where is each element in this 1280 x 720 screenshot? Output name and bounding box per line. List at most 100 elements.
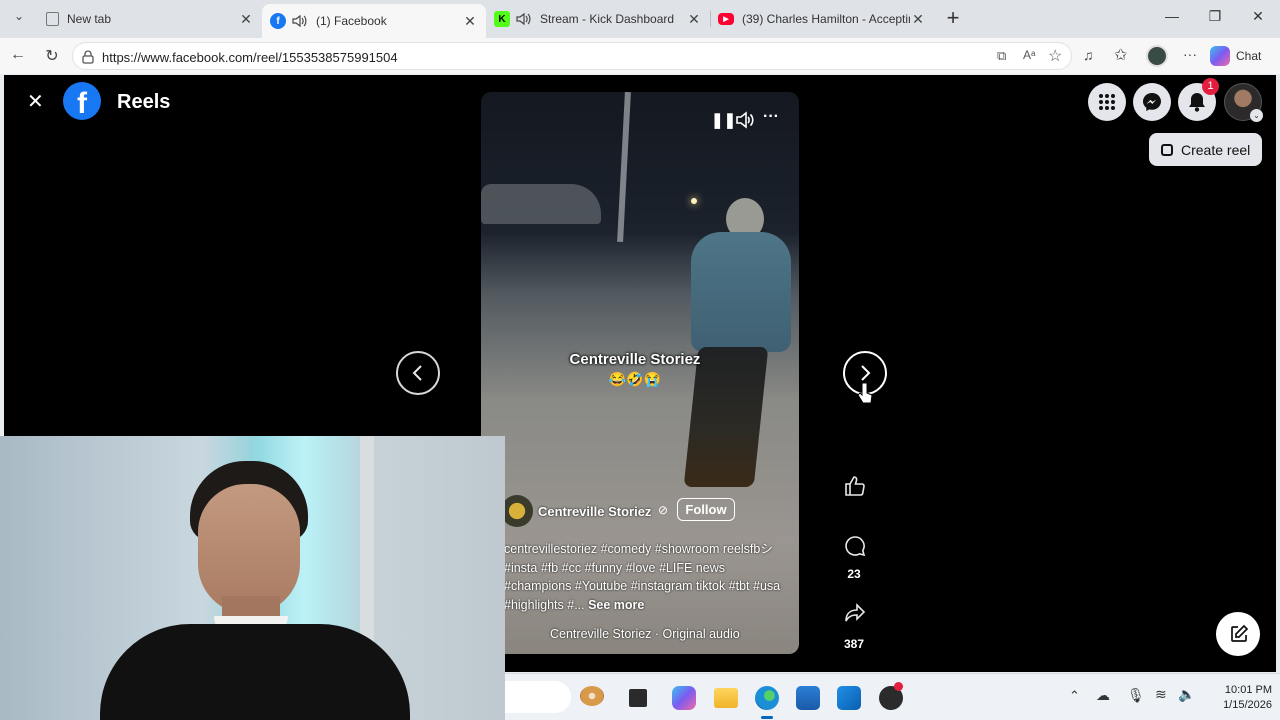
tab-new-tab[interactable]: New tab ✕ — [38, 4, 263, 34]
reel-caption: centrevillestoriez #comedy #showroom ree… — [504, 540, 794, 614]
webcam-overlay — [0, 436, 505, 720]
create-reel-label: Create reel — [1181, 141, 1251, 158]
new-tab-button[interactable]: + — [942, 6, 964, 30]
see-more-link[interactable]: See more — [588, 598, 644, 612]
copilot-icon[interactable] — [672, 686, 696, 710]
notifications-button[interactable]: 1 — [1178, 78, 1219, 121]
messenger-icon — [1143, 93, 1161, 111]
previous-reel-button[interactable] — [396, 351, 440, 395]
person-shirt — [100, 624, 410, 720]
favorites-icon[interactable]: ✩ — [1114, 45, 1127, 65]
refresh-button[interactable]: ↻ — [41, 46, 63, 66]
background-car — [481, 184, 601, 224]
close-tab-icon[interactable]: ✕ — [462, 13, 478, 30]
lock-icon[interactable] — [82, 50, 94, 64]
page-title: Reels — [117, 91, 171, 113]
chevron-down-icon: ⌄ — [1250, 109, 1263, 122]
profile-avatar[interactable]: ⌄ — [1224, 83, 1263, 122]
author-name[interactable]: Centreville Storiez — [538, 504, 651, 519]
close-tab-icon[interactable]: ✕ — [686, 11, 702, 28]
page-icon — [46, 12, 59, 26]
clock[interactable]: 10:01 PM 1/15/2026 — [1200, 683, 1272, 713]
copilot-icon — [1210, 46, 1230, 66]
pause-button[interactable]: ❚❚ — [711, 111, 736, 129]
author-avatar[interactable] — [501, 495, 533, 527]
mouse-cursor-icon — [857, 382, 873, 404]
profile-avatar[interactable] — [1146, 45, 1168, 67]
address-bar[interactable]: https://www.facebook.com/reel/1553538575… — [72, 42, 1072, 70]
windows-taskbar: ⌃ ☁ 🎙 ≋ 🔈 10:01 PM 1/15/2026 — [505, 673, 1280, 720]
tab-kick[interactable]: K Stream - Kick Dashboard ✕ — [486, 4, 711, 34]
outlook-icon[interactable] — [837, 686, 861, 710]
verified-icon: ⊘ — [658, 503, 669, 517]
onedrive-icon[interactable]: ☁ — [1096, 687, 1110, 704]
recording-dot — [894, 682, 903, 691]
audio-label[interactable]: Centreville Storiez · Original audio — [550, 627, 740, 641]
youtube-icon: ▶ — [718, 13, 734, 25]
menu-grid-button[interactable] — [1088, 83, 1126, 121]
back-button[interactable]: ← — [7, 46, 29, 66]
clock-time: 10:01 PM — [1224, 684, 1272, 696]
task-view-icon[interactable] — [629, 689, 647, 707]
navigation-bar: ← ↻ https://www.facebook.com/reel/155353… — [0, 38, 1280, 74]
microphone-icon[interactable]: 🎙 — [1127, 687, 1145, 704]
follow-button[interactable]: Follow — [677, 498, 735, 521]
speaker-icon[interactable] — [516, 12, 532, 26]
kick-icon: K — [494, 11, 510, 27]
favorite-star-icon[interactable]: ☆ — [1048, 46, 1062, 66]
tab-search-button[interactable]: ⌄ — [8, 9, 30, 29]
store-icon[interactable] — [796, 686, 820, 710]
file-explorer-icon[interactable] — [714, 688, 738, 708]
url-text: https://www.facebook.com/reel/1553538575… — [102, 50, 398, 65]
close-window-button[interactable]: ✕ — [1238, 8, 1278, 30]
read-aloud-icon[interactable]: A͏ᵃ — [1023, 48, 1035, 62]
chevron-up-icon[interactable]: ⌃ — [1069, 688, 1080, 704]
clock-date: 1/15/2026 — [1223, 699, 1272, 711]
like-icon[interactable] — [844, 475, 866, 497]
reel-video[interactable]: ❚❚ ··· Centreville Storiez 😂🤣😭 Centrevil… — [481, 92, 799, 654]
minimize-button[interactable]: — — [1152, 8, 1192, 30]
tab-title: (1) Facebook — [316, 14, 387, 28]
facebook-logo[interactable]: f — [63, 82, 101, 120]
search-box[interactable] — [505, 681, 571, 713]
notification-badge: 1 — [1202, 78, 1219, 95]
person-legs — [683, 347, 769, 487]
open-in-app-icon[interactable]: ⧉ — [997, 48, 1006, 64]
video-more-button[interactable]: ··· — [763, 108, 779, 126]
more-menu-icon[interactable]: ··· — [1183, 46, 1197, 62]
close-tab-icon[interactable]: ✕ — [910, 11, 926, 28]
bagel-widget-icon[interactable] — [580, 686, 604, 706]
share-icon[interactable] — [844, 603, 866, 623]
edge-icon[interactable] — [755, 686, 779, 710]
tab-youtube[interactable]: ▶ (39) Charles Hamilton - Accepting ✕ — [710, 4, 934, 34]
overlay-emoji: 😂🤣😭 — [608, 371, 662, 387]
tab-title: (39) Charles Hamilton - Accepting — [742, 12, 910, 26]
facebook-icon: f — [270, 13, 286, 29]
close-tab-icon[interactable]: ✕ — [238, 11, 254, 28]
bell-icon — [1189, 93, 1205, 112]
person-body — [691, 232, 791, 352]
speaker-icon[interactable] — [292, 14, 308, 28]
media-control-icon[interactable]: ♫ — [1083, 47, 1094, 63]
tab-facebook[interactable]: f (1) Facebook ✕ — [262, 4, 486, 38]
volume-icon[interactable]: 🔈 — [1178, 686, 1195, 703]
street-light — [691, 198, 697, 204]
shares-count: 387 — [843, 637, 865, 651]
create-reel-icon — [1161, 143, 1173, 156]
wifi-icon[interactable]: ≋ — [1155, 686, 1167, 703]
active-app-indicator — [761, 716, 773, 719]
obs-icon[interactable] — [879, 682, 903, 710]
restore-button[interactable]: ❐ — [1195, 8, 1235, 30]
chevron-left-icon — [412, 365, 422, 381]
close-reels-button[interactable]: ✕ — [27, 89, 44, 114]
copilot-chat-button[interactable]: Chat — [1210, 44, 1274, 68]
comment-icon[interactable] — [844, 535, 866, 557]
compose-icon — [1231, 624, 1249, 642]
grid-icon — [1099, 94, 1115, 110]
create-reel-button[interactable]: Create reel — [1149, 133, 1262, 166]
new-message-button[interactable] — [1216, 612, 1260, 656]
messenger-button[interactable] — [1133, 83, 1171, 121]
tab-strip: ⌄ New tab ✕ f (1) Facebook ✕ K Stream - … — [0, 0, 1280, 38]
overlay-title: Centreville Storiez — [569, 351, 701, 368]
volume-icon[interactable] — [735, 111, 755, 129]
